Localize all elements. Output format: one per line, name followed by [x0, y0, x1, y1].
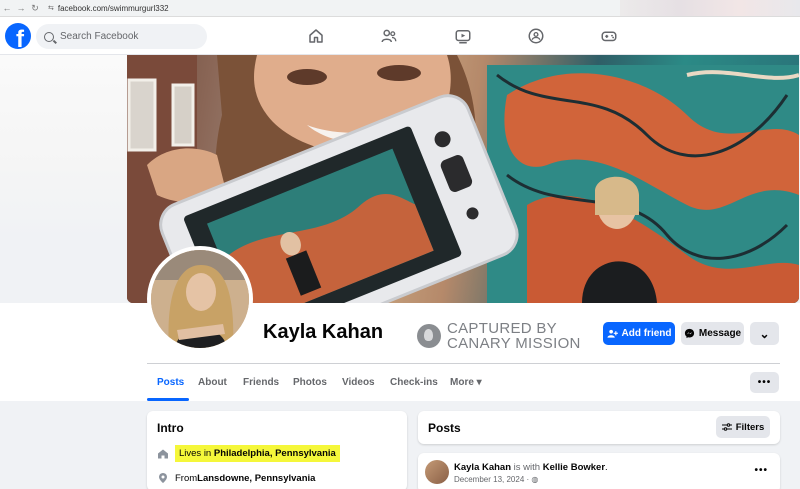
profile-picture[interactable]	[147, 246, 253, 352]
tab-about[interactable]: About	[198, 377, 227, 388]
watermark-line-1: CAPTURED BY	[447, 320, 557, 337]
canary-logo-icon	[417, 324, 441, 348]
house-icon	[158, 449, 168, 458]
watermark-text: CAPTURED BY CANARY MISSION	[447, 321, 581, 351]
tab-photos[interactable]: Photos	[293, 377, 327, 388]
browser-toolbar: ← → ↻ ⇆ facebook.com/swimmurgurl332	[0, 0, 800, 17]
message-label: Message	[698, 328, 742, 339]
add-friend-icon	[606, 329, 618, 338]
blurred-area	[620, 0, 800, 16]
watch-icon[interactable]	[454, 27, 472, 45]
top-navigation: f	[0, 17, 800, 55]
post-date[interactable]: December 13, 2024 ·	[454, 475, 531, 484]
filter-icon	[721, 423, 732, 431]
posts-header-card: Posts Filters	[418, 411, 780, 444]
facebook-logo[interactable]: f	[5, 23, 31, 49]
profile-name: Kayla Kahan	[263, 321, 384, 343]
tab-friends[interactable]: Friends	[243, 377, 279, 388]
posts-title: Posts	[428, 421, 461, 435]
forward-icon[interactable]: →	[14, 3, 28, 13]
intro-card: Intro Lives in Philadelphia, Pennsylvani…	[147, 411, 407, 489]
selfie-eye-left	[287, 69, 327, 85]
message-button[interactable]: Message	[681, 322, 744, 345]
watermark-line-2: CANARY MISSION	[447, 335, 581, 352]
tabs-more-options-button[interactable]: •••	[750, 372, 779, 393]
window-left	[127, 78, 157, 152]
facebook-logo-letter: f	[16, 26, 24, 50]
post-end: .	[605, 462, 608, 473]
selfie-eye-right	[377, 65, 421, 81]
tab-posts[interactable]: Posts	[157, 377, 184, 388]
filters-button[interactable]: Filters	[716, 416, 770, 438]
site-info-icon[interactable]: ⇆	[48, 4, 54, 12]
friends-icon[interactable]	[380, 27, 398, 45]
add-friend-label: Add friend	[621, 328, 672, 339]
post-more-options-button[interactable]: •••	[754, 465, 768, 476]
reload-icon[interactable]: ↻	[28, 3, 42, 14]
home-icon[interactable]	[307, 27, 325, 45]
messenger-icon	[684, 328, 694, 339]
back-icon[interactable]: ←	[0, 3, 14, 13]
chevron-down-icon: ⌄	[759, 326, 770, 341]
globe-icon: ◍	[531, 475, 539, 484]
lives-in-prefix: Lives in	[179, 448, 214, 459]
gaming-icon[interactable]	[600, 27, 618, 45]
location-pin-icon	[159, 473, 167, 483]
active-tab-indicator	[147, 398, 189, 401]
address-bar[interactable]: facebook.com/swimmurgurl332	[58, 4, 169, 13]
post-date-line: December 13, 2024 · ◍	[454, 475, 538, 484]
groups-icon[interactable]	[527, 27, 545, 45]
profile-more-button[interactable]: ⌄	[750, 322, 779, 345]
post-card: Kayla Kahan is with Kellie Bowker. Decem…	[418, 453, 780, 489]
intro-title: Intro	[157, 421, 184, 435]
post-is-with: is with	[511, 462, 543, 473]
search-input[interactable]	[60, 31, 200, 42]
lives-in-place[interactable]: Philadelphia, Pennsylvania	[214, 448, 336, 459]
intro-from: From Lansdowne, Pennsylvania	[157, 472, 315, 484]
search-icon	[44, 31, 54, 42]
tab-more[interactable]: More ▾	[450, 377, 482, 388]
tab-videos[interactable]: Videos	[342, 377, 375, 388]
tabs-divider	[147, 363, 780, 364]
person-right-hair	[595, 176, 639, 215]
profile-picture-illustration	[151, 250, 249, 348]
post-header-line: Kayla Kahan is with Kellie Bowker.	[454, 462, 608, 473]
tab-check-ins[interactable]: Check-ins	[390, 377, 438, 388]
from-prefix: From	[175, 472, 198, 484]
filters-label: Filters	[735, 421, 765, 433]
add-friend-button[interactable]: Add friend	[603, 322, 675, 345]
lives-in-highlight: Lives in Philadelphia, Pennsylvania	[175, 445, 340, 462]
post-tagged-user[interactable]: Kellie Bowker	[543, 462, 605, 473]
intro-lives-in: Lives in Philadelphia, Pennsylvania	[157, 445, 340, 462]
search-box[interactable]	[36, 24, 207, 49]
post-author[interactable]: Kayla Kahan	[454, 462, 511, 473]
left-blurred-panel	[0, 55, 127, 240]
from-place[interactable]: Lansdowne, Pennsylvania	[197, 473, 315, 484]
window-right	[171, 83, 195, 147]
post-author-avatar[interactable]	[425, 460, 449, 484]
watermark: CAPTURED BY CANARY MISSION	[417, 321, 581, 351]
